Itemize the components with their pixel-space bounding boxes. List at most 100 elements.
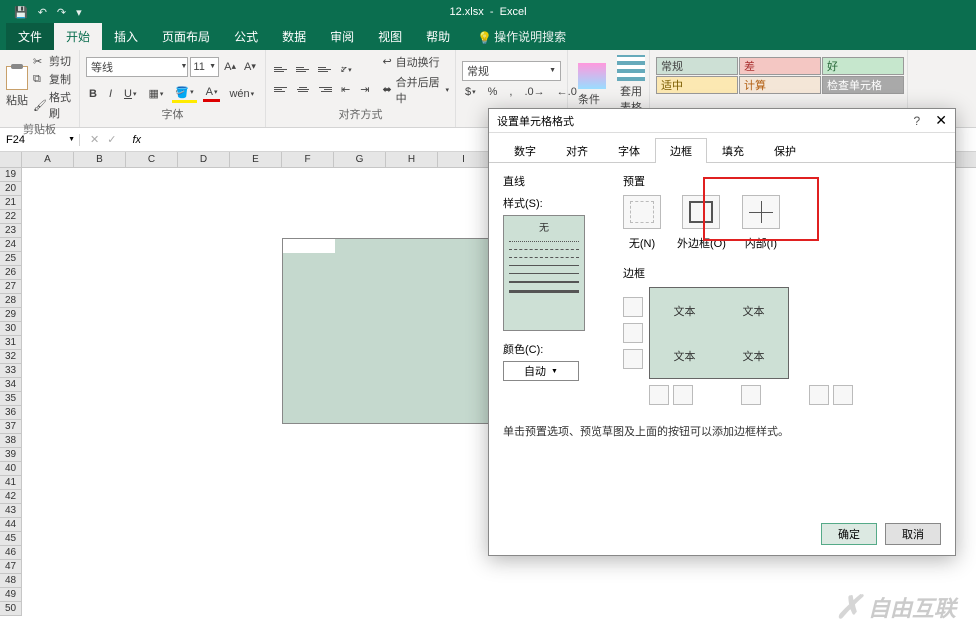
decrease-font-button[interactable]: A▾ xyxy=(241,57,259,77)
dlg-tab-font[interactable]: 字体 xyxy=(603,138,655,163)
row-header[interactable]: 43 xyxy=(0,504,21,518)
row-header[interactable]: 50 xyxy=(0,602,21,616)
row-header[interactable]: 29 xyxy=(0,308,21,322)
row-header[interactable]: 46 xyxy=(0,546,21,560)
tab-help[interactable]: 帮助 xyxy=(414,23,462,50)
column-header[interactable]: E xyxy=(230,152,282,167)
row-header[interactable]: 26 xyxy=(0,266,21,280)
row-header[interactable]: 25 xyxy=(0,252,21,266)
name-box[interactable]: F24▼ xyxy=(0,134,80,146)
column-header[interactable]: C xyxy=(126,152,178,167)
column-header[interactable]: F xyxy=(282,152,334,167)
cancel-entry-icon[interactable]: ✕ xyxy=(90,133,99,146)
border-bottom-button[interactable] xyxy=(623,349,643,369)
align-middle-button[interactable] xyxy=(294,62,312,78)
percent-button[interactable]: % xyxy=(485,85,501,99)
row-header[interactable]: 19 xyxy=(0,168,21,182)
cut-button[interactable]: ✂剪切 xyxy=(33,53,73,69)
fx-icon[interactable]: fx xyxy=(126,134,147,146)
italic-button[interactable]: I xyxy=(106,87,115,101)
bold-button[interactable]: B xyxy=(86,87,100,101)
border-top-button[interactable] xyxy=(623,297,643,317)
row-header[interactable]: 31 xyxy=(0,336,21,350)
increase-font-button[interactable]: A▴ xyxy=(221,57,239,77)
ok-button[interactable]: 确定 xyxy=(821,523,877,545)
row-header[interactable]: 23 xyxy=(0,224,21,238)
row-header[interactable]: 41 xyxy=(0,476,21,490)
row-header[interactable]: 27 xyxy=(0,280,21,294)
format-painter-button[interactable]: 🖌格式刷 xyxy=(33,89,73,121)
align-left-button[interactable] xyxy=(272,82,290,98)
row-header[interactable]: 38 xyxy=(0,434,21,448)
line-color-combo[interactable]: 自动▼ xyxy=(503,361,579,381)
row-header[interactable]: 34 xyxy=(0,378,21,392)
tab-view[interactable]: 视图 xyxy=(366,23,414,50)
column-header[interactable]: I xyxy=(438,152,490,167)
column-header[interactable]: D xyxy=(178,152,230,167)
redo-icon[interactable]: ↷ xyxy=(57,6,66,19)
tab-formulas[interactable]: 公式 xyxy=(222,23,270,50)
row-header[interactable]: 24 xyxy=(0,238,21,252)
border-button[interactable]: ▦▾ xyxy=(145,86,166,101)
underline-button[interactable]: U▾ xyxy=(121,87,139,101)
row-header[interactable]: 33 xyxy=(0,364,21,378)
tab-data[interactable]: 数据 xyxy=(270,23,318,50)
row-header[interactable]: 47 xyxy=(0,560,21,574)
select-all-corner[interactable] xyxy=(0,152,22,168)
style-good[interactable]: 好 xyxy=(822,57,904,75)
row-header[interactable]: 32 xyxy=(0,350,21,364)
undo-icon[interactable]: ↶ xyxy=(38,6,47,19)
style-calc[interactable]: 计算 xyxy=(739,76,821,94)
border-diag1-button[interactable] xyxy=(649,385,669,405)
style-normal[interactable]: 常规 xyxy=(656,57,738,75)
style-bad[interactable]: 差 xyxy=(739,57,821,75)
decrease-indent-button[interactable]: ⇤ xyxy=(338,82,353,97)
phonetic-button[interactable]: wén▾ xyxy=(226,87,257,101)
border-right-button[interactable] xyxy=(809,385,829,405)
comma-button[interactable]: , xyxy=(506,85,515,99)
row-header[interactable]: 30 xyxy=(0,322,21,336)
border-vmiddle-button[interactable] xyxy=(741,385,761,405)
column-header[interactable]: A xyxy=(22,152,74,167)
column-header[interactable]: G xyxy=(334,152,386,167)
border-hmiddle-button[interactable] xyxy=(623,323,643,343)
qat-dropdown-icon[interactable]: ▾ xyxy=(76,6,82,19)
border-diag2-button[interactable] xyxy=(833,385,853,405)
row-header[interactable]: 28 xyxy=(0,294,21,308)
copy-button[interactable]: ⧉复制 xyxy=(33,71,73,87)
row-header[interactable]: 21 xyxy=(0,196,21,210)
increase-indent-button[interactable]: ⇥ xyxy=(357,82,372,97)
row-header[interactable]: 39 xyxy=(0,448,21,462)
tab-insert[interactable]: 插入 xyxy=(102,23,150,50)
row-header[interactable]: 20 xyxy=(0,182,21,196)
orientation-button[interactable]: ⦫▾ xyxy=(338,62,355,77)
dlg-tab-border[interactable]: 边框 xyxy=(655,138,707,163)
row-header[interactable]: 42 xyxy=(0,490,21,504)
row-header[interactable]: 37 xyxy=(0,420,21,434)
increase-decimal-button[interactable]: .0→ xyxy=(521,85,547,99)
row-header[interactable]: 36 xyxy=(0,406,21,420)
column-header[interactable]: H xyxy=(386,152,438,167)
fill-color-button[interactable]: 🪣▾ xyxy=(172,85,196,103)
border-left-button[interactable] xyxy=(673,385,693,405)
cancel-button[interactable]: 取消 xyxy=(885,523,941,545)
dialog-close-button[interactable]: ✕ xyxy=(935,112,947,128)
line-style-picker[interactable]: 无 xyxy=(503,215,585,331)
dialog-help-button[interactable]: ? xyxy=(914,114,921,128)
row-header[interactable]: 44 xyxy=(0,518,21,532)
align-top-button[interactable] xyxy=(272,62,290,78)
align-center-button[interactable] xyxy=(294,82,312,98)
enter-entry-icon[interactable]: ✓ xyxy=(107,133,116,146)
font-color-button[interactable]: A▾ xyxy=(203,85,221,102)
font-size-combo[interactable]: 11▼ xyxy=(190,57,219,77)
row-header[interactable]: 45 xyxy=(0,532,21,546)
align-bottom-button[interactable] xyxy=(316,62,334,78)
font-name-combo[interactable]: 等线▼ xyxy=(86,57,188,77)
preset-none-button[interactable] xyxy=(623,195,661,229)
tab-file[interactable]: 文件 xyxy=(6,23,54,50)
tab-page-layout[interactable]: 页面布局 xyxy=(150,23,222,50)
dlg-tab-align[interactable]: 对齐 xyxy=(551,138,603,163)
dlg-tab-protect[interactable]: 保护 xyxy=(759,138,811,163)
merge-center-button[interactable]: ⬌合并后居中▾ xyxy=(382,74,449,106)
row-header[interactable]: 40 xyxy=(0,462,21,476)
